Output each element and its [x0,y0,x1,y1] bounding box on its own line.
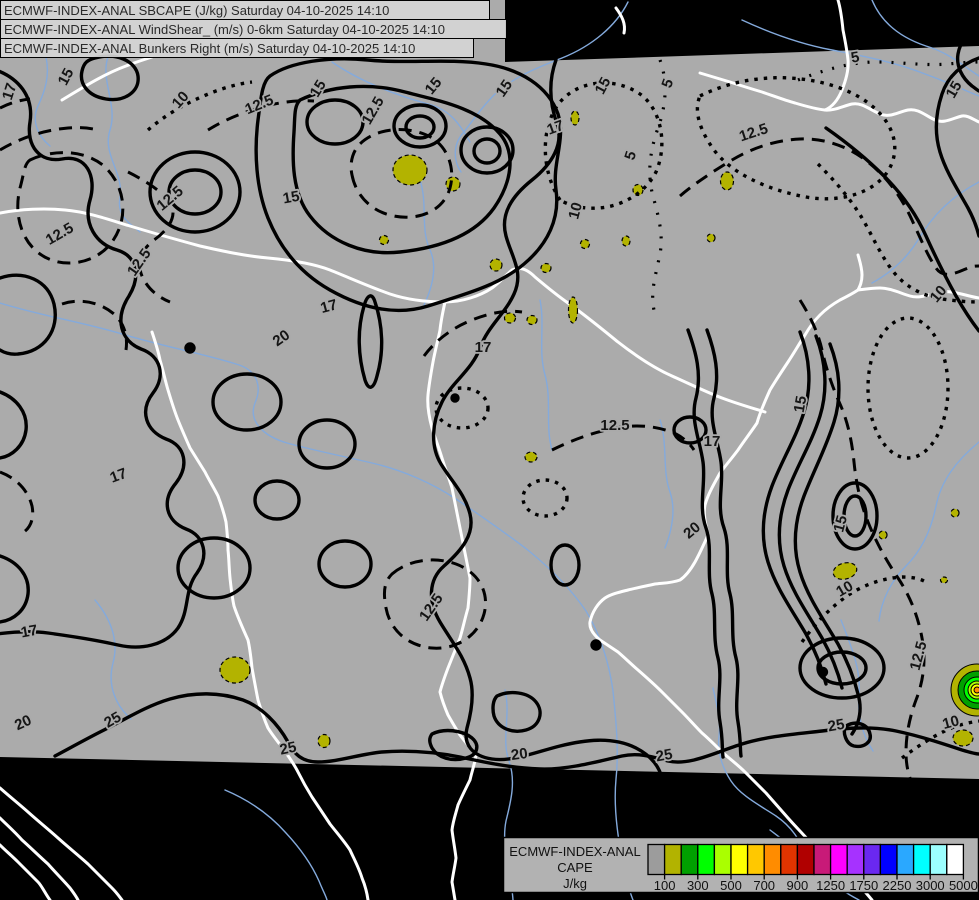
cape-bullseye-ring [974,687,979,693]
colorbar-tick-label: 500 [720,878,742,893]
contour-label: 12.5 [600,417,629,434]
colorbar-tick-label: 1750 [849,878,878,893]
colorbar-cell [947,845,964,875]
colorbar-cell [897,845,914,875]
colorbar-cell [880,845,897,875]
contour-label: 17 [475,339,492,356]
title-box: ECMWF-INDEX-ANAL SBCAPE (J/kg) Saturday … [1,1,507,58]
title-line-bunkers: ECMWF-INDEX-ANAL Bunkers Right (m/s) Sat… [4,41,415,56]
legend-parameter: CAPE [557,860,593,875]
colorbar-cell [731,845,748,875]
colorbar-cell [748,845,765,875]
colorbar-cell [764,845,781,875]
contour-label: 25 [655,746,674,766]
title-line-windshear: ECMWF-INDEX-ANAL WindShear_ (m/s) 0-6km … [4,22,445,37]
contour-label: 25 [278,739,298,759]
colorbar-tick-label: 300 [687,878,709,893]
colorbar-cell [864,845,881,875]
weather-map-screenshot: 17151012.51512.515151715551012.55151012.… [0,0,979,900]
colorbar-cell [847,845,864,875]
colorbar-cell [831,845,848,875]
colorbar-cell [698,845,715,875]
contour-label: 15 [282,188,301,208]
legend-colorbar [648,845,963,875]
colorbar-cell [714,845,731,875]
colorbar-cell [797,845,814,875]
colorbar-tick-label: 700 [753,878,775,893]
colorbar-tick-label: 2250 [883,878,912,893]
contour-label: 15 [791,395,811,414]
colorbar-tick-label: 900 [787,878,809,893]
colorbar-tick-label: 5000 [949,878,978,893]
title-line-sbcape: ECMWF-INDEX-ANAL SBCAPE (J/kg) Saturday … [4,3,389,18]
legend-title: ECMWF-INDEX-ANAL [509,844,640,859]
colorbar-cell [930,845,947,875]
colorbar-cell [814,845,831,875]
colorbar-tick-label: 100 [654,878,676,893]
map-canvas: 17151012.51512.515151715551012.55151012.… [0,0,979,900]
contour-label: 17 [20,622,39,642]
legend-colorbar-ticks: 100 300 500 700 900 1250 1750 2250 3000 5000 [654,875,978,894]
colorbar-cell [781,845,798,875]
colorbar-tick-label: 3000 [916,878,945,893]
cape-patch [393,155,427,185]
contour-label: 25 [827,716,846,736]
legend-box: ECMWF-INDEX-ANAL CAPE J/kg 100 300 500 700 9… [504,838,979,894]
colorbar-cell [648,845,665,875]
colorbar-tick-label: 1250 [816,878,845,893]
colorbar-cell [665,845,682,875]
legend-units: J/kg [563,876,587,891]
colorbar-cell [914,845,931,875]
contour-label: 20 [510,745,529,764]
contour-label: 17 [704,433,721,450]
colorbar-cell [681,845,698,875]
